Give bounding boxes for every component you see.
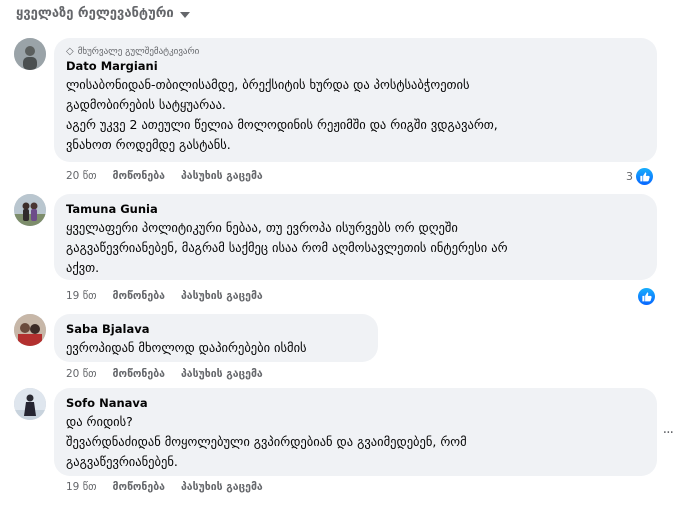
comment-text: და რიდის? შევარდნაძიდან მოყოლებული გვპირ… [66,414,467,469]
comment-author[interactable]: Tamuna Gunia [66,202,645,216]
sort-menu[interactable]: ყველაზე რელევანტური [16,6,190,21]
reaction-summary[interactable]: 3 [622,167,654,186]
comment-actions: 20 წთ მოწონება პასუხის გაცემა [66,368,263,380]
like-button[interactable]: მოწონება [113,368,165,380]
reply-button[interactable]: პასუხის გაცემა [181,170,263,182]
like-icon [636,168,653,185]
like-icon [638,288,655,305]
avatar[interactable] [14,194,46,226]
comment-timestamp[interactable]: 20 წთ [66,170,97,182]
comment-actions: 19 წთ მოწონება პასუხის გაცემა [66,290,263,302]
more-options-icon[interactable]: ··· [663,425,674,441]
comment-author[interactable]: Saba Bjalava [66,322,366,336]
comment-timestamp[interactable]: 19 წთ [66,290,97,302]
like-button[interactable]: მოწონება [113,481,165,493]
reaction-count: 3 [626,170,633,183]
reply-button[interactable]: პასუხის გაცემა [181,290,263,302]
comment-author[interactable]: Sofo Nanava [66,396,645,410]
badge-label: მხურვალე გულშემატკივარი [77,46,200,57]
avatar[interactable] [14,38,46,70]
sort-label: ყველაზე რელევანტური [16,6,174,21]
comment-actions: 19 წთ მოწონება პასუხის გაცემა [66,481,263,493]
avatar[interactable] [14,388,46,420]
reply-button[interactable]: პასუხის გაცემა [181,481,263,493]
comment-text: ლისაბონიდან-თბილისამდე, ბრექსიტის ხურდა … [66,77,498,152]
like-button[interactable]: მოწონება [113,290,165,302]
caret-down-icon [179,11,190,18]
comment-timestamp[interactable]: 20 წთ [66,368,97,380]
diamond-icon: ◇ [66,46,74,57]
comment-actions: 20 წთ მოწონება პასუხის გაცემა [66,170,263,182]
comment-bubble: ◇ მხურვალე გულშემატკივარი Dato Margiani … [54,38,657,162]
reaction-summary[interactable] [634,287,656,306]
comment-text: ევროპიდან მხოლოდ დაპირებები ისმის [66,340,307,355]
like-button[interactable]: მოწონება [113,170,165,182]
comment-bubble: Saba Bjalava ევროპიდან მხოლოდ დაპირებები… [54,314,378,362]
reply-button[interactable]: პასუხის გაცემა [181,368,263,380]
comment-bubble: Sofo Nanava და რიდის? შევარდნაძიდან მოყო… [54,388,657,476]
comment-bubble: Tamuna Gunia ყველაფერი პოლიტიკური ნებაა,… [54,194,657,280]
comment-timestamp[interactable]: 19 წთ [66,481,97,493]
comment-text: ყველაფერი პოლიტიკური ნებაა, თუ ევროპა ის… [66,220,508,275]
avatar[interactable] [14,314,46,346]
comment-author[interactable]: Dato Margiani [66,59,645,73]
fan-badge: ◇ მხურვალე გულშემატკივარი [66,46,645,57]
